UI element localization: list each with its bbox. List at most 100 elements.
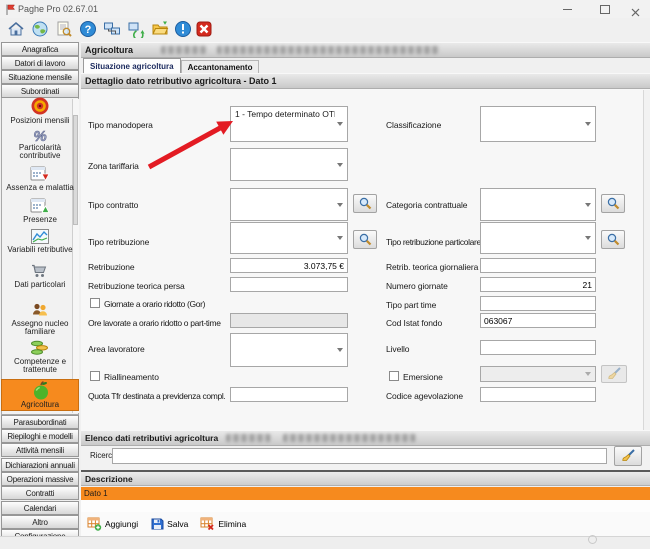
sidebar-item-situazione-mensile[interactable]: Situazione mensile xyxy=(1,70,79,84)
area-lavoratore-combo[interactable] xyxy=(230,333,348,367)
field-label-retribuzione-teorica-persa: Retribuzione teorica persa xyxy=(88,281,185,291)
numero-giornate-input[interactable] xyxy=(480,277,596,292)
emersione-checkbox[interactable] xyxy=(389,371,399,381)
field-label-tipo-retribuzione: Tipo retribuzione xyxy=(88,237,149,247)
tipo-retribuzione-particolare-combo[interactable] xyxy=(480,222,596,254)
sidebar-item-agricoltura-selected[interactable]: Agricoltura xyxy=(1,379,79,411)
maximize-icon[interactable] xyxy=(600,5,610,14)
chevron-down-icon xyxy=(585,236,591,240)
sidebar-item-altro[interactable]: Altro xyxy=(1,515,79,529)
redacted-period xyxy=(226,434,271,442)
gor-checkbox[interactable] xyxy=(90,298,100,308)
categoria-contrattuale-search-button[interactable] xyxy=(601,194,625,213)
tipo-retribuzione-search-button[interactable] xyxy=(353,230,377,249)
sidebar-item-posizioni-mensili[interactable]: Posizioni mensili xyxy=(1,117,79,125)
window-titlebar: Paghe Pro 02.67.01 xyxy=(0,0,650,18)
add-table-icon xyxy=(87,517,102,531)
sidebar-item-presenze[interactable]: Presenze xyxy=(1,216,79,224)
status-bar xyxy=(0,536,650,549)
zona-tariffaria-combo[interactable] xyxy=(230,148,348,181)
retribuzione-input[interactable] xyxy=(230,258,348,273)
cart-icon[interactable] xyxy=(30,261,50,281)
help-icon[interactable]: ? xyxy=(78,19,98,39)
field-label-area-lavoratore: Area lavoratore xyxy=(88,344,145,354)
sidebar-item-dichiarazioni-annuali[interactable]: Dichiarazioni annuali xyxy=(1,458,79,472)
save-button[interactable]: Salva xyxy=(148,517,190,531)
add-button[interactable]: Aggiungi xyxy=(85,517,140,531)
sidebar-item-variabili-retributive[interactable]: Variabili retributive xyxy=(1,246,79,254)
home-icon[interactable] xyxy=(6,19,26,39)
sidebar-scrollbar-thumb[interactable] xyxy=(73,115,78,225)
form-scrollbar[interactable] xyxy=(643,90,650,430)
exit-icon[interactable] xyxy=(194,19,214,39)
sidebar-item-riepiloghi-e-modelli[interactable]: Riepiloghi e modelli xyxy=(1,429,79,443)
footer-toolbar: Aggiungi Salva Elimina xyxy=(81,512,650,536)
table-body-empty xyxy=(81,500,650,512)
delete-button[interactable]: Elimina xyxy=(198,517,248,531)
page-title: Agricoltura xyxy=(85,45,133,55)
sidebar-item-assenza-e-malattia[interactable]: Assenza e malattia xyxy=(1,184,79,192)
search-icon xyxy=(359,197,372,210)
sidebar-item-competenze-e-trattenute[interactable]: Competenze e trattenute xyxy=(1,358,79,373)
tipo-manodopera-value: 1 - Tempo determinato OTD xyxy=(235,109,335,119)
coins-icon[interactable] xyxy=(30,338,50,358)
sidebar-item-operazioni-massive[interactable]: Operazioni massive xyxy=(1,472,79,486)
search-input[interactable] xyxy=(112,448,607,464)
quota-tfr-input[interactable] xyxy=(230,387,348,402)
field-label-retrib-teorica-giornaliera: Retrib. teorica giornaliera xyxy=(386,262,478,272)
sidebar-item-dati-particolari[interactable]: Dati particolari xyxy=(1,281,79,289)
sidebar-item-contratti[interactable]: Contratti xyxy=(1,486,79,500)
sidebar-item-datori-di-lavoro[interactable]: Datori di lavoro xyxy=(1,56,79,70)
sidebar-item-anagrafica[interactable]: Anagrafica xyxy=(1,42,79,56)
network-icon[interactable] xyxy=(102,19,122,39)
window-title: Paghe Pro 02.67.01 xyxy=(18,4,98,14)
calendar-absence-icon[interactable] xyxy=(30,164,50,184)
document-search-icon[interactable] xyxy=(54,19,74,39)
classificazione-combo[interactable] xyxy=(480,106,596,142)
ore-lavorate-input xyxy=(230,313,348,328)
sidebar-item-parasubordinati[interactable]: Parasubordinati xyxy=(1,415,79,429)
sidebar-item-assegno-nucleo-familiare[interactable]: Assegno nucleo familiare xyxy=(1,320,79,335)
list-title: Elenco dati retributivi agricoltura xyxy=(85,433,218,443)
riallineamento-checkbox[interactable] xyxy=(90,371,100,381)
open-folder-icon[interactable] xyxy=(150,19,170,39)
tipo-retribuzione-combo[interactable] xyxy=(230,222,348,254)
retrib-teorica-giornaliera-input[interactable] xyxy=(480,258,596,273)
field-label-numero-giornate: Numero giornate xyxy=(386,281,448,291)
retribuzione-teorica-persa-input[interactable] xyxy=(230,277,348,292)
info-icon[interactable] xyxy=(173,19,193,39)
chevron-down-icon xyxy=(337,203,343,207)
sidebar-item-particolarita-contributive[interactable]: Particolarità contributive xyxy=(1,144,79,159)
tipo-retribuzione-particolare-search-button[interactable] xyxy=(601,230,625,249)
table-row-selected[interactable]: Dato 1 xyxy=(81,487,650,500)
chart-icon[interactable] xyxy=(30,227,50,247)
target-icon[interactable] xyxy=(30,96,50,116)
save-icon xyxy=(150,517,164,531)
field-label-classificazione: Classificazione xyxy=(386,120,441,130)
codice-agevolazione-input[interactable] xyxy=(480,387,596,402)
tipo-contratto-combo[interactable] xyxy=(230,188,348,221)
livello-input[interactable] xyxy=(480,340,596,355)
app-window: Paghe Pro 02.67.01 ? xyxy=(0,0,650,549)
calendar-presence-icon[interactable] xyxy=(30,196,50,216)
categoria-contrattuale-combo[interactable] xyxy=(480,188,596,221)
world-icon[interactable] xyxy=(30,19,50,39)
tab-accantonamento[interactable]: Accantonamento xyxy=(181,60,260,73)
field-label-zona-tariffaria: Zona tariffaria xyxy=(88,161,139,171)
tipo-manodopera-combo[interactable]: 1 - Tempo determinato OTD xyxy=(230,106,348,142)
search-clear-button[interactable] xyxy=(614,446,642,466)
tab-situazione-agricoltura[interactable]: Situazione agricoltura xyxy=(83,58,181,73)
section-header: Agricoltura xyxy=(81,42,650,58)
table-column-header: Descrizione xyxy=(81,470,650,486)
sidebar-item-calendari[interactable]: Calendari xyxy=(1,501,79,515)
field-label-quota-tfr: Quota Tfr destinata a previdenza compl. xyxy=(88,391,225,401)
redacted-company xyxy=(283,434,416,442)
sidebar-item-attivita-mensili[interactable]: Attività mensili xyxy=(1,443,79,457)
tipo-contratto-search-button[interactable] xyxy=(353,194,377,213)
sync-icon[interactable] xyxy=(126,19,146,39)
minimize-icon[interactable] xyxy=(563,9,572,10)
cod-istat-fondo-input[interactable] xyxy=(480,313,596,328)
redacted-period xyxy=(161,46,207,54)
family-icon[interactable] xyxy=(30,300,50,320)
tipo-part-time-input[interactable] xyxy=(480,296,596,311)
